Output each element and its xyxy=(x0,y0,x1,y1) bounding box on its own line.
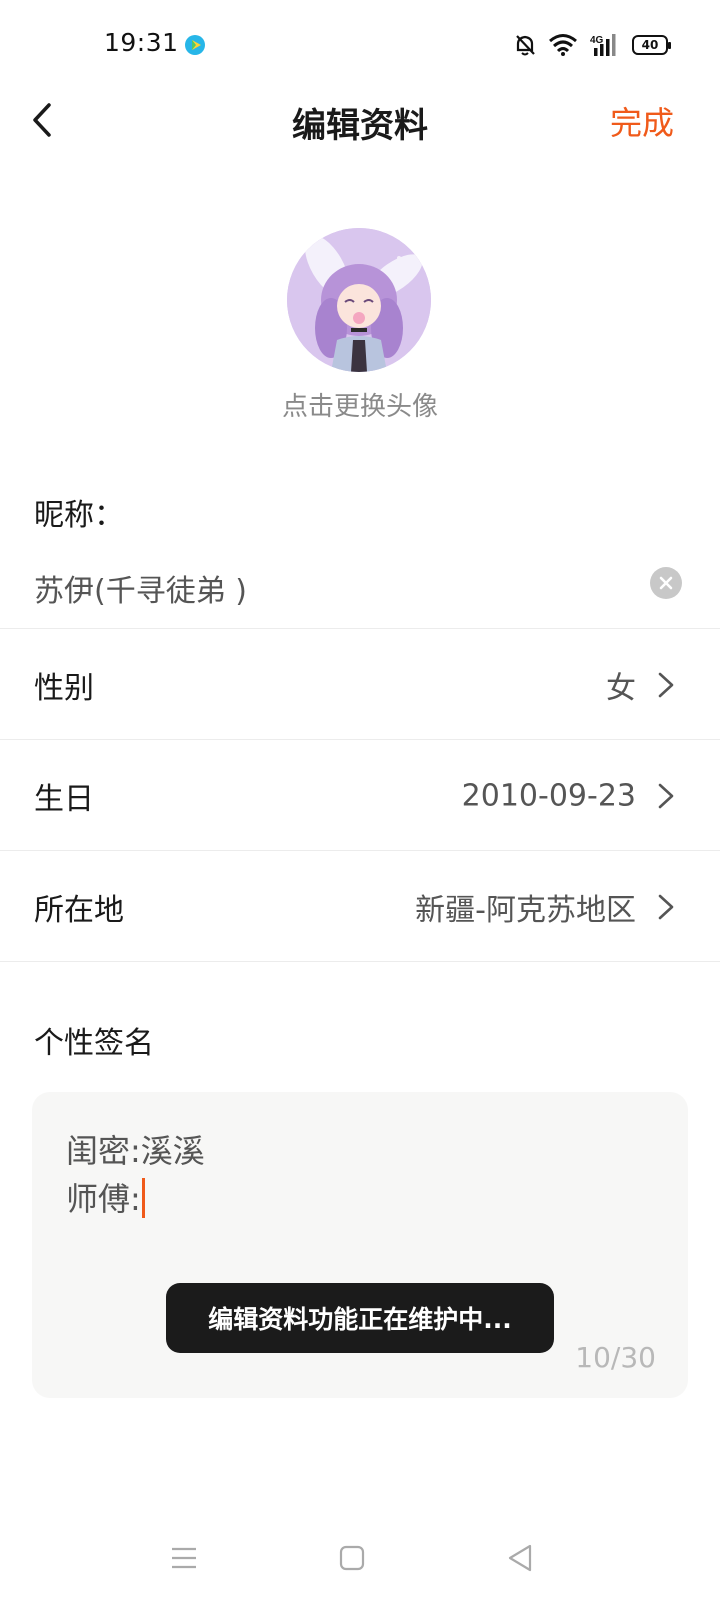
done-button[interactable]: 完成 xyxy=(610,98,674,144)
bio-label: 个性签名 xyxy=(34,1026,154,1061)
bio-char-counter: 10/30 xyxy=(575,1341,656,1374)
location-value: 新疆-阿克苏地区 xyxy=(415,893,636,928)
location-row[interactable]: 所在地 新疆-阿克苏地区 xyxy=(0,851,720,963)
nav-bar: 编辑资料 完成 xyxy=(0,90,720,150)
back-triangle-icon xyxy=(508,1544,532,1572)
menu-icon xyxy=(172,1547,196,1569)
status-bar: 19:31 4G 40 xyxy=(0,0,720,90)
gender-row[interactable]: 性别 女 xyxy=(0,629,720,741)
system-back-button[interactable] xyxy=(502,1540,538,1576)
location-label: 所在地 xyxy=(34,893,124,928)
edit-profile-screen: 19:31 4G 40 编辑资料 完成 点击更换头像 昵称： 苏伊(千寻徒弟)… xyxy=(0,0,720,1600)
system-nav-bar xyxy=(0,1530,720,1586)
close-icon xyxy=(659,576,673,590)
toast-message: 编辑资料功能正在维护中... xyxy=(166,1283,554,1353)
clear-nickname-button[interactable] xyxy=(650,567,682,599)
chevron-right-icon xyxy=(658,783,674,809)
nickname-input[interactable]: 苏伊(千寻徒弟 ) xyxy=(34,566,247,610)
gender-value: 女 xyxy=(606,671,636,706)
recent-apps-button[interactable] xyxy=(166,1540,202,1576)
text-cursor xyxy=(141,1178,145,1218)
birthday-label: 生日 xyxy=(34,782,94,817)
status-icons: 4G 40 xyxy=(514,30,671,60)
battery-level: 40 xyxy=(641,38,659,52)
video-app-icon xyxy=(185,35,205,55)
nickname-label: 昵称： xyxy=(34,498,124,533)
bio-line-2: 师傅: xyxy=(66,1174,145,1220)
avatar[interactable] xyxy=(287,228,431,372)
home-square-icon xyxy=(339,1545,365,1571)
status-time: 19:31 xyxy=(104,28,179,57)
chevron-right-icon xyxy=(658,894,674,920)
chevron-right-icon xyxy=(658,672,674,698)
gender-label: 性别 xyxy=(34,671,94,706)
divider xyxy=(0,961,720,962)
avatar-image xyxy=(287,228,431,372)
home-button[interactable] xyxy=(334,1540,370,1576)
signal-icon: 4G xyxy=(590,34,616,56)
birthday-row[interactable]: 生日 2010-09-23 xyxy=(0,740,720,852)
bio-line-2-text: 师傅: xyxy=(66,1180,141,1218)
change-avatar-hint[interactable]: 点击更换头像 xyxy=(0,386,720,423)
battery-icon: 40 xyxy=(632,35,671,55)
birthday-value: 2010-09-23 xyxy=(461,778,636,814)
bio-line-1: 闺密:溪溪 xyxy=(66,1132,205,1170)
wifi-icon xyxy=(549,34,577,56)
mute-bell-icon xyxy=(516,35,535,56)
